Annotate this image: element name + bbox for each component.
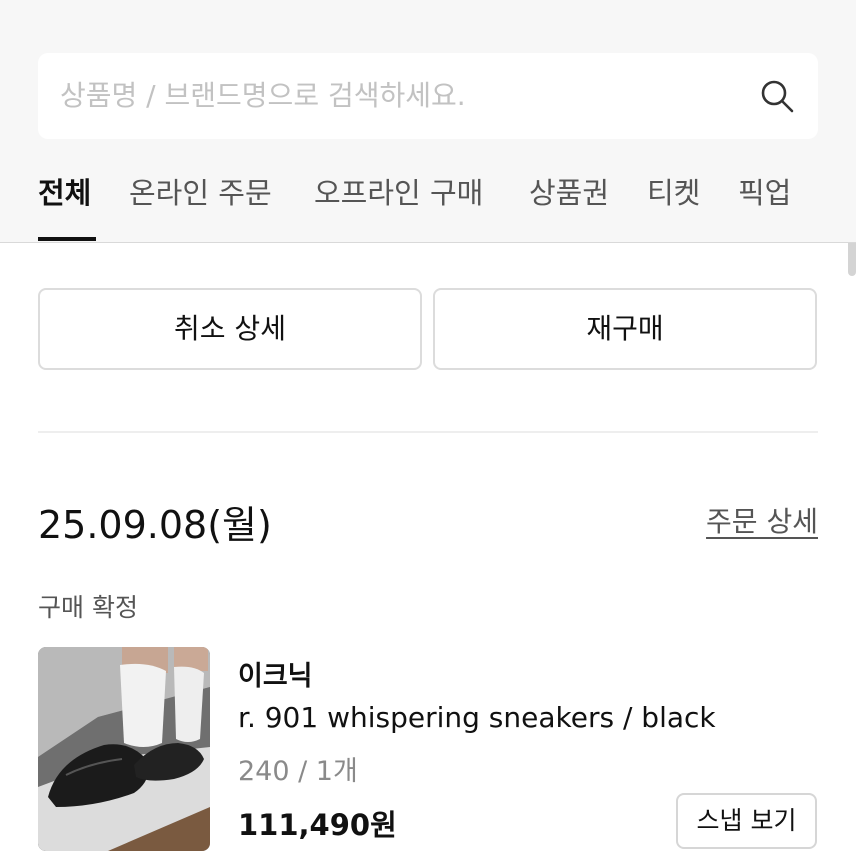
order-history-page: 상품명 / 브랜드명으로 검색하세요. 전체 온라인 주문 오프라인 구매 상품… <box>0 0 856 856</box>
section-divider <box>38 431 818 433</box>
search-placeholder: 상품명 / 브랜드명으로 검색하세요. <box>60 79 466 112</box>
tab-gift-card[interactable]: 상품권 <box>529 170 609 212</box>
sticky-header: 상품명 / 브랜드명으로 검색하세요. 전체 온라인 주문 오프라인 구매 상품… <box>0 0 856 243</box>
sneakers-photo <box>38 647 210 851</box>
product-option: 240 / 1개 <box>238 756 358 787</box>
tab-all[interactable]: 전체 <box>38 170 91 212</box>
search-input[interactable]: 상품명 / 브랜드명으로 검색하세요. <box>38 53 818 139</box>
rebuy-button[interactable]: 재구매 <box>433 288 817 370</box>
view-snap-button[interactable]: 스냅 보기 <box>676 793 817 849</box>
tab-ticket[interactable]: 티켓 <box>647 170 700 212</box>
tab-offline-purchase[interactable]: 오프라인 구매 <box>314 170 483 212</box>
cancel-detail-button[interactable]: 취소 상세 <box>38 288 422 370</box>
order-detail-link[interactable]: 주문 상세 <box>706 500 818 540</box>
tab-pickup[interactable]: 픽업 <box>738 170 791 212</box>
product-price: 111,490원 <box>238 808 397 842</box>
product-brand[interactable]: 이크닉 <box>238 654 313 693</box>
category-tabs: 전체 온라인 주문 오프라인 구매 상품권 티켓 픽업 <box>0 160 856 242</box>
active-tab-indicator <box>38 237 96 241</box>
search-icon[interactable] <box>760 79 794 113</box>
product-image[interactable] <box>38 647 210 851</box>
order-date: 25.09.08(월) <box>38 503 272 547</box>
tab-online-order[interactable]: 온라인 주문 <box>129 170 272 212</box>
product-name[interactable]: r. 901 whispering sneakers / black <box>238 701 716 734</box>
order-status: 구매 확정 <box>38 593 138 622</box>
